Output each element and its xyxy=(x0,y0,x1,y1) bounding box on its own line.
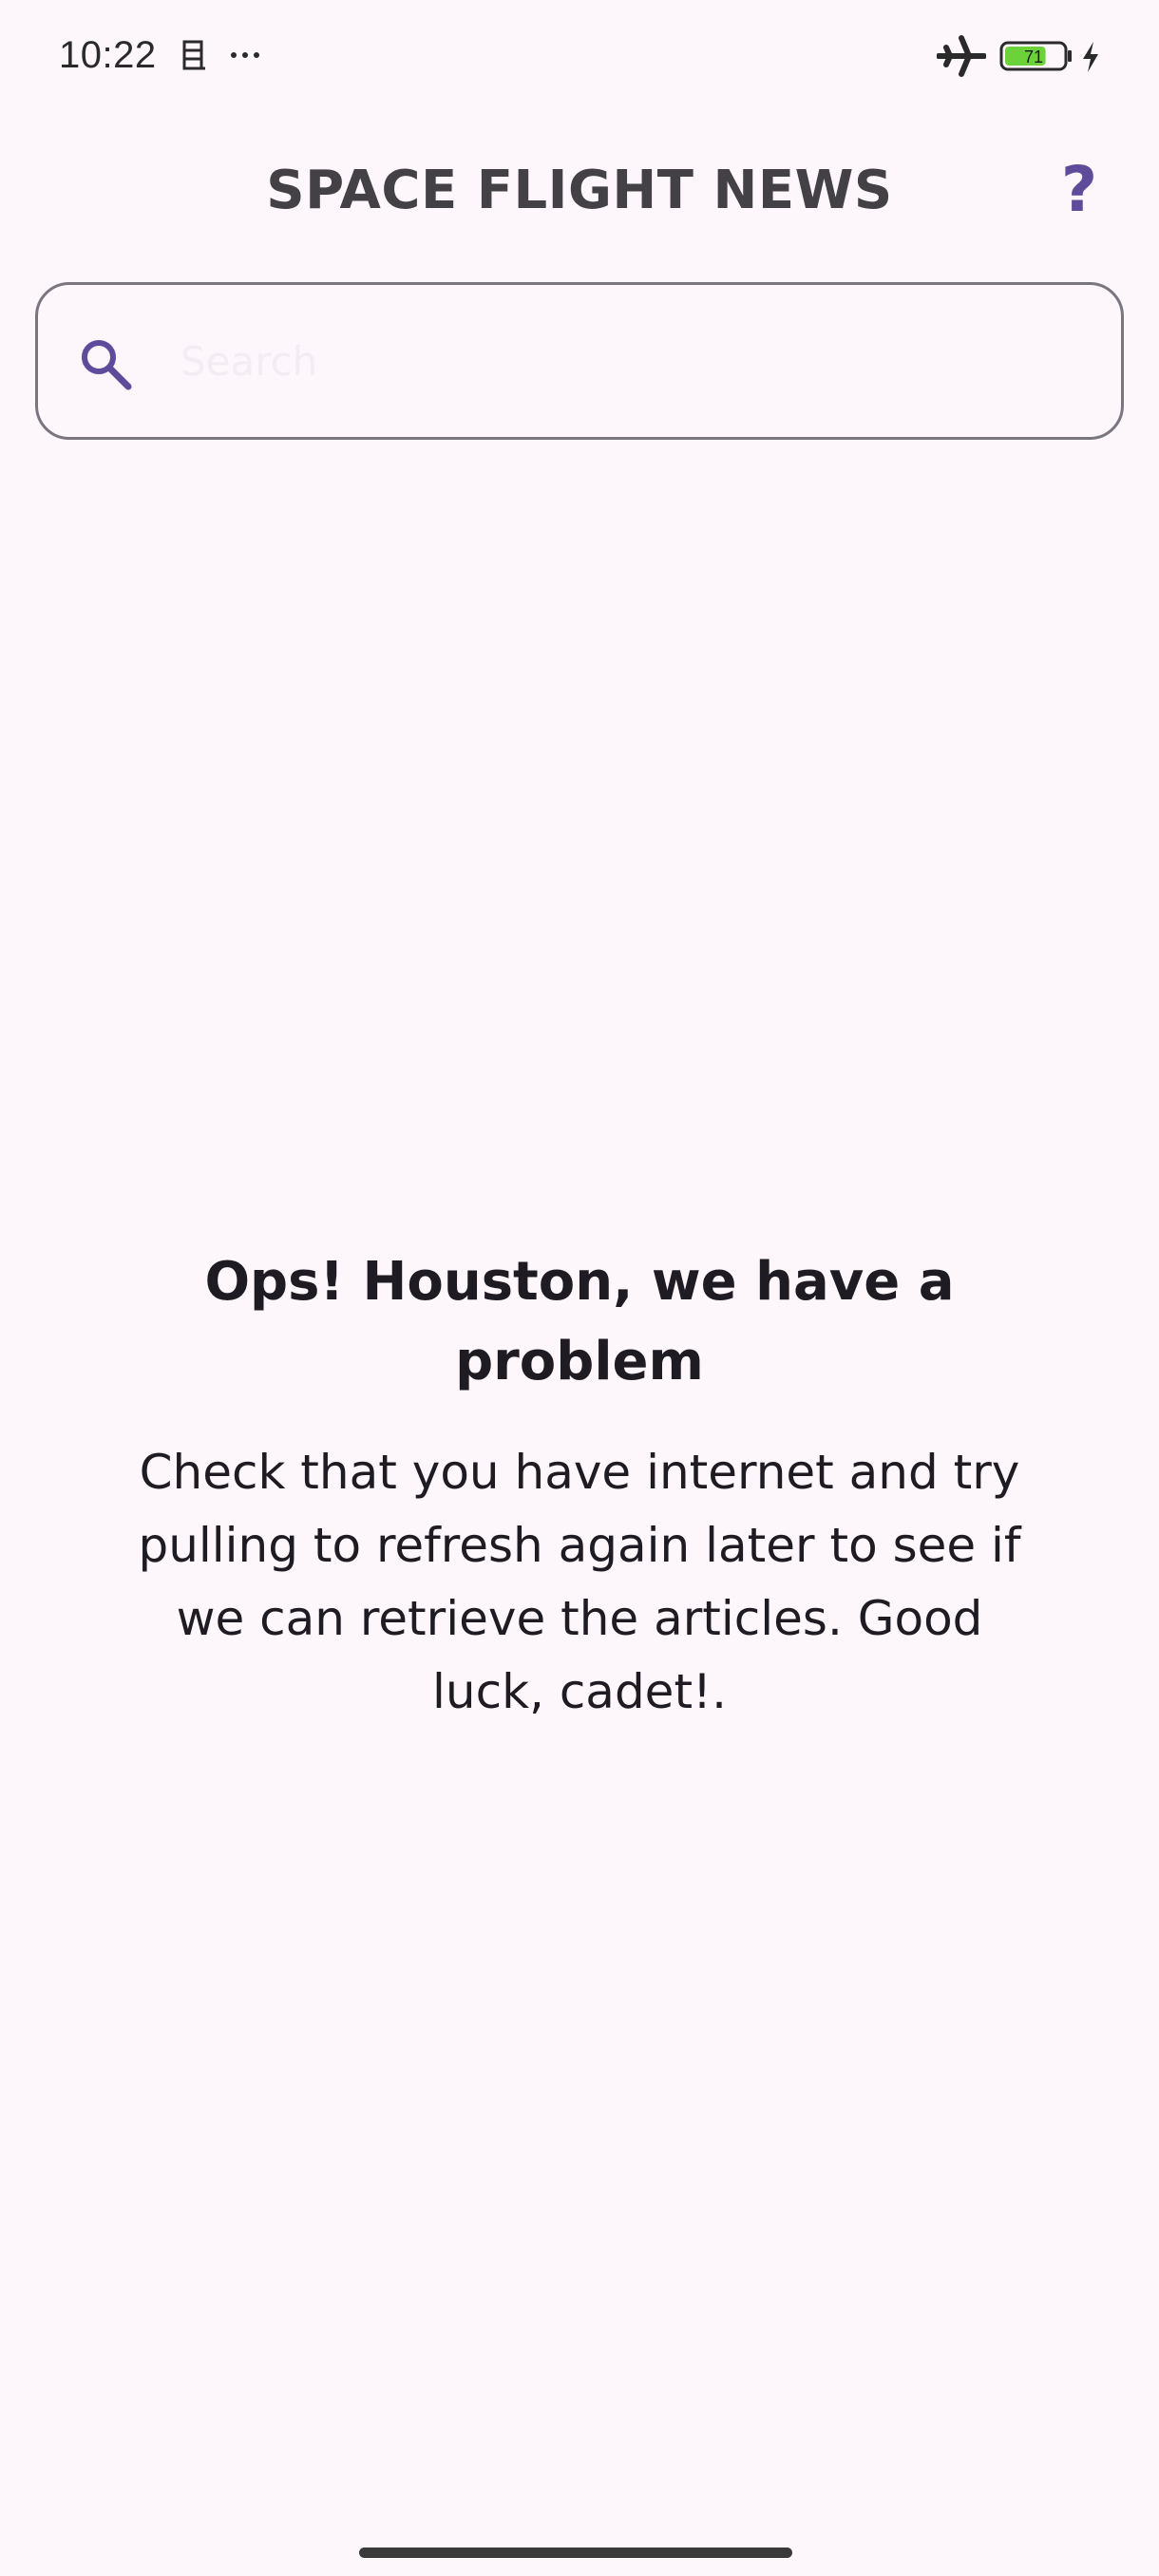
app-title: SPACE FLIGHT NEWS xyxy=(266,160,893,221)
airplane-mode-icon xyxy=(937,35,986,77)
charging-icon xyxy=(1083,42,1098,72)
error-title: Ops! Houston, we have a problem xyxy=(204,1251,955,1392)
search-icon xyxy=(82,340,132,390)
search-input[interactable] xyxy=(180,323,1083,399)
notification-icon xyxy=(182,40,205,70)
battery-level-text: 71 xyxy=(1024,47,1043,66)
status-bar: 10:22 71 xyxy=(0,0,1159,114)
error-message: Check that you have internet and try pul… xyxy=(138,1445,1021,1719)
app-bar: SPACE FLIGHT NEWS ? xyxy=(0,142,1159,237)
gesture-navigation-bar[interactable] xyxy=(359,2548,792,2558)
help-button[interactable]: ? xyxy=(1045,156,1113,224)
status-time: 10:22 xyxy=(59,34,157,76)
more-dots-icon xyxy=(231,52,259,58)
screen: 10:22 71 SPACE FLIGHT NEWS ? Search Ops!… xyxy=(0,0,1159,2576)
search-bar[interactable] xyxy=(35,282,1124,440)
battery-icon: 71 xyxy=(999,41,1072,71)
